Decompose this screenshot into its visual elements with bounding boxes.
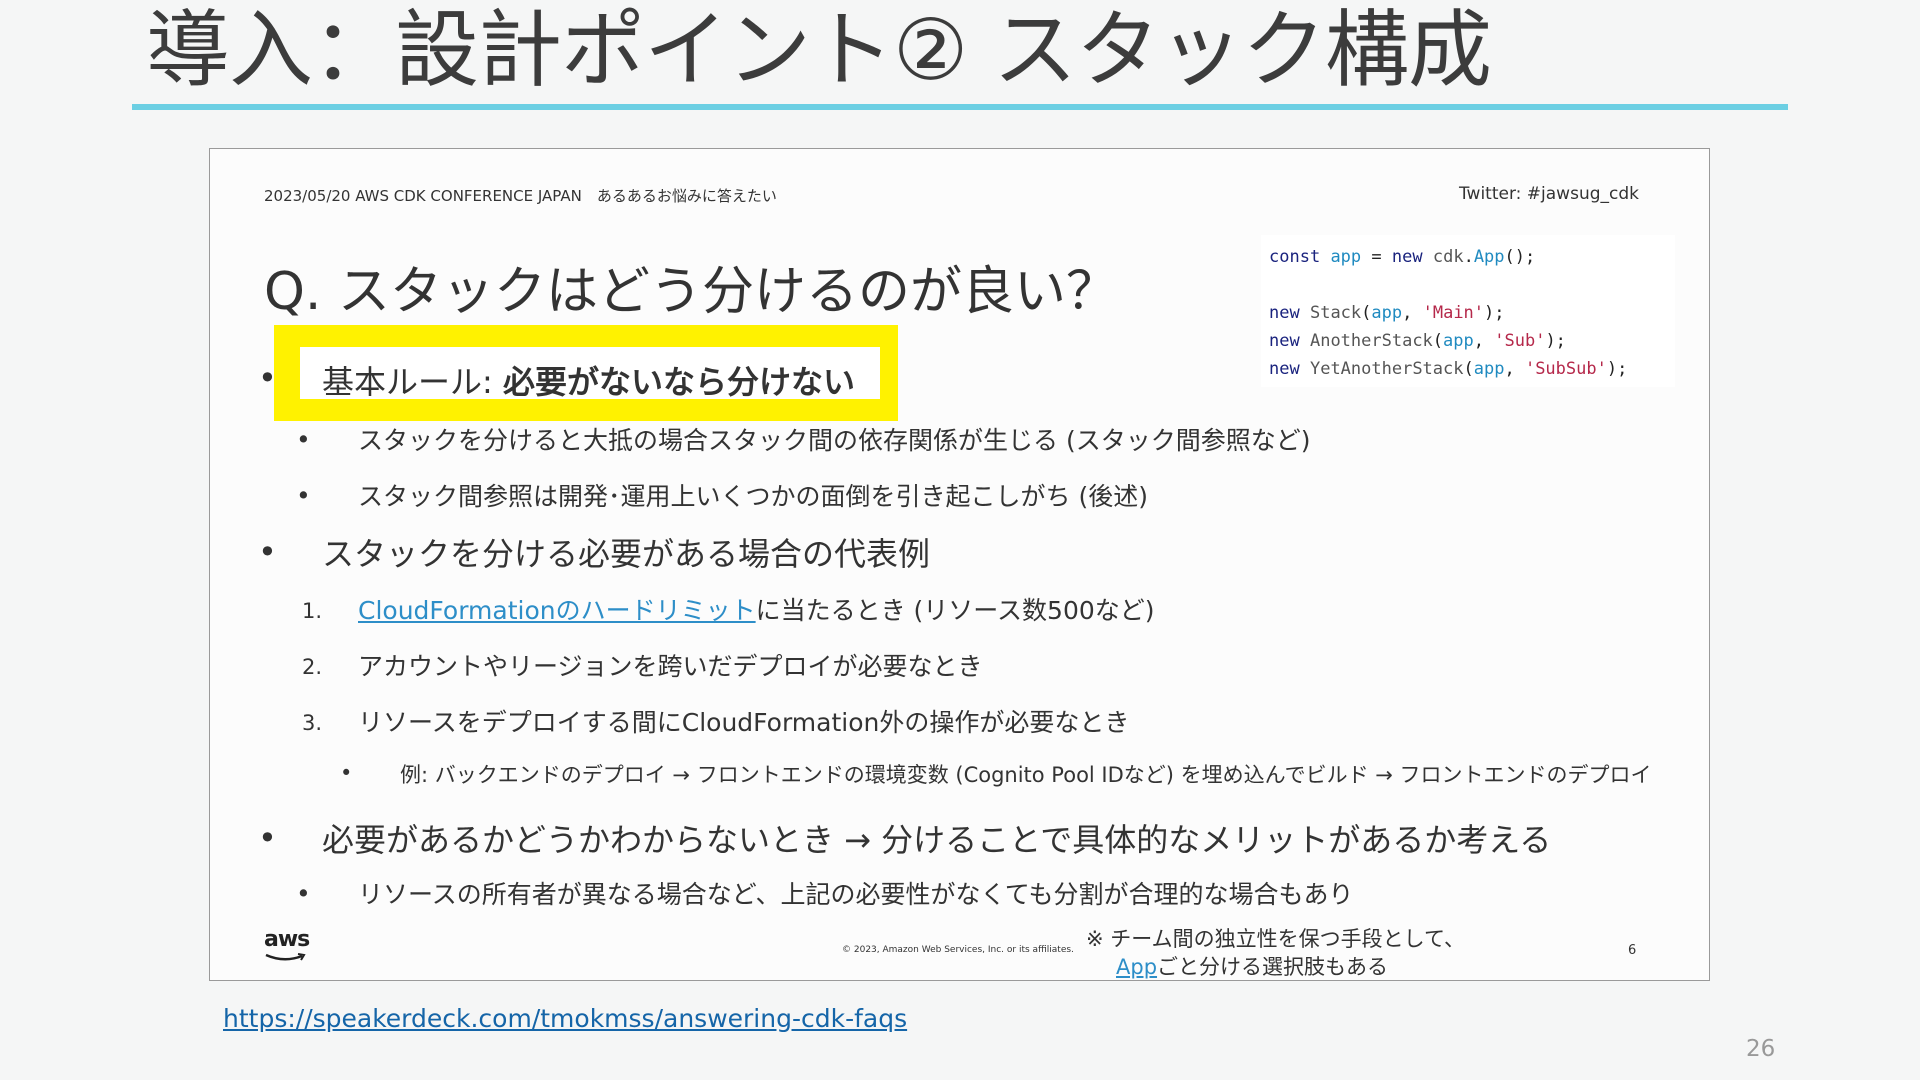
note-line-1: ※ チーム間の独立性を保つ手段として、 bbox=[1086, 927, 1465, 951]
aws-smile-icon bbox=[265, 953, 306, 961]
rule-label: 基本ルール: bbox=[322, 363, 503, 401]
basic-rule: 基本ルール: 必要がないなら分けない bbox=[322, 357, 855, 403]
sub-point-3: リソースの所有者が異なる場合など、上記の必要性がなくても分割が合理的な場合もあり bbox=[358, 880, 1354, 909]
note-line-2-text: ごと分ける選択肢もある bbox=[1157, 955, 1389, 979]
case-3: リソースをデプロイする間にCloudFormation外の操作が必要なとき bbox=[358, 708, 1130, 737]
bullet-dot: • bbox=[296, 425, 311, 454]
cases-heading: スタックを分ける必要がある場合の代表例 bbox=[322, 535, 931, 573]
title-underline bbox=[132, 104, 1788, 110]
copyright-text: © 2023, Amazon Web Services, Inc. or its… bbox=[842, 945, 1074, 955]
example-flow: 例: バックエンドのデプロイ → フロントエンドの環境変数 (Cognito P… bbox=[400, 763, 1652, 787]
slide-title: 導入：設計ポイント② スタック構成 bbox=[146, 1, 1492, 99]
bullet-dot: • bbox=[258, 359, 277, 397]
twitter-hashtag: Twitter: #jawsug_cdk bbox=[1458, 184, 1639, 204]
case-1-text: に当たるとき (リソース数500など) bbox=[755, 596, 1155, 625]
bullet-dot: • bbox=[340, 761, 353, 785]
embedded-slide-image: 2023/05/20 AWS CDK CONFERENCE JAPAN あるある… bbox=[209, 148, 1710, 981]
list-number: 3. bbox=[302, 711, 323, 735]
case-1: CloudFormationのハードリミットに当たるとき (リソース数500など… bbox=[358, 591, 1155, 627]
aws-logo-text: aws bbox=[264, 927, 310, 952]
list-number: 2. bbox=[302, 655, 323, 679]
app-link[interactable]: App bbox=[1116, 955, 1157, 979]
bullet-dot: • bbox=[296, 879, 311, 908]
hard-limit-link[interactable]: CloudFormationのハードリミット bbox=[358, 596, 756, 625]
note-text: ※ チーム間の独立性を保つ手段として、 Appごと分ける選択肢もある bbox=[1086, 925, 1465, 980]
aws-logo: aws bbox=[264, 927, 310, 963]
code-line-3: new Stack(app, 'Main'); bbox=[1269, 303, 1505, 323]
speakerdeck-link[interactable]: https://speakerdeck.com/tmokmss/answerin… bbox=[223, 1004, 907, 1033]
case-2: アカウントやリージョンを跨いだデプロイが必要なとき bbox=[358, 652, 983, 681]
slide-page-number: 26 bbox=[1746, 1036, 1776, 1062]
code-line-1: const app = new cdk.App(); bbox=[1269, 247, 1536, 267]
sub-point-2: スタック間参照は開発･運用上いくつかの面倒を引き起こしがち (後述) bbox=[358, 482, 1148, 511]
question-heading: Q. スタックはどう分けるのが良い？ bbox=[264, 262, 1118, 322]
code-line-4: new AnotherStack(app, 'Sub'); bbox=[1269, 331, 1566, 351]
bullet-dot: • bbox=[258, 819, 277, 857]
conference-header: 2023/05/20 AWS CDK CONFERENCE JAPAN あるある… bbox=[264, 187, 777, 205]
note-line-2: Appごと分ける選択肢もある bbox=[1086, 953, 1465, 980]
code-snippet: const app = new cdk.App(); new Stack(app… bbox=[1261, 235, 1675, 387]
list-number: 1. bbox=[302, 599, 323, 623]
bullet-dot: • bbox=[258, 533, 277, 571]
rule-emphasis: 必要がないなら分けない bbox=[502, 363, 855, 401]
bullet-dot: • bbox=[296, 481, 311, 510]
consider-benefit: 必要があるかどうかわからないとき → 分けることで具体的なメリットがあるか考える bbox=[322, 821, 1552, 859]
sub-point-1: スタックを分けると大抵の場合スタック間の依存関係が生じる (スタック間参照など) bbox=[358, 426, 1311, 455]
code-line-5: new YetAnotherStack(app, 'SubSub'); bbox=[1269, 359, 1628, 379]
inner-page-number: 6 bbox=[1628, 943, 1637, 958]
